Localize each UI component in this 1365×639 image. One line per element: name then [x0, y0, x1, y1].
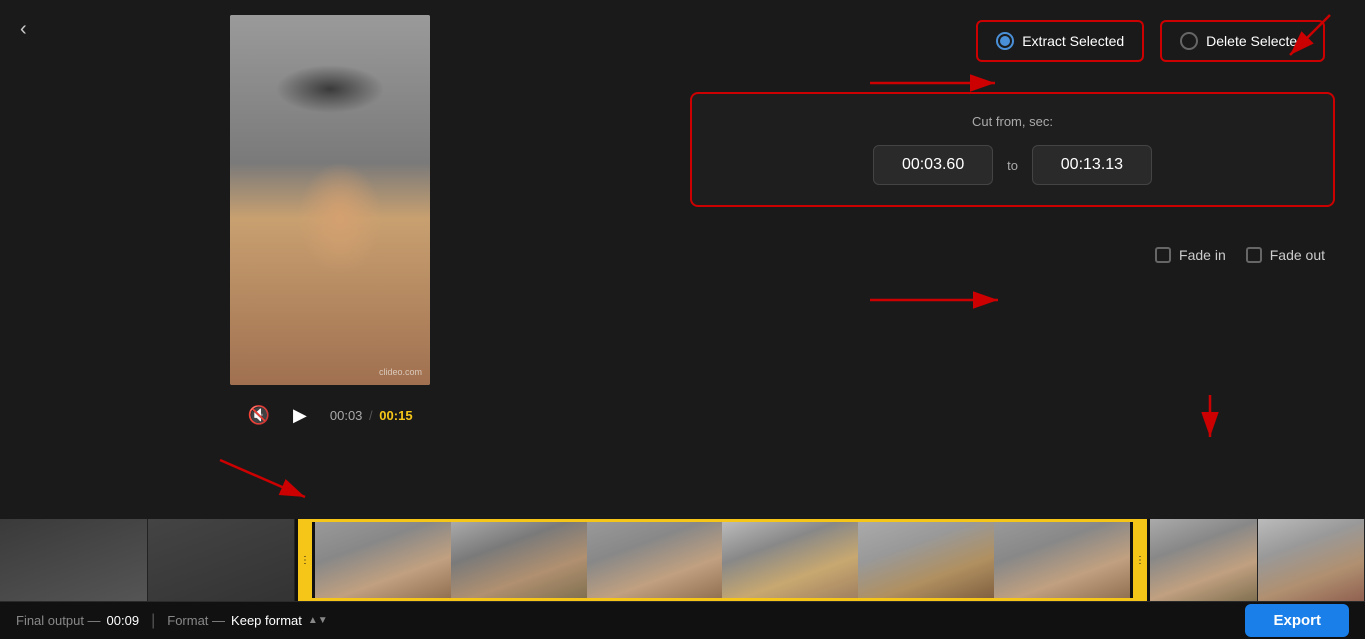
clip-thumb-6 [994, 522, 1130, 598]
right-thumbnails [1150, 519, 1365, 601]
extract-label: Extract Selected [1022, 33, 1124, 49]
video-frame [230, 15, 430, 385]
cut-label: Cut from, sec: [716, 114, 1309, 129]
final-output-info: Final output — 00:09 [16, 613, 139, 628]
clip-thumb-3 [587, 522, 723, 598]
cut-to-input[interactable] [1032, 145, 1152, 185]
fade-row: Fade in Fade out [690, 247, 1325, 263]
time-display: 00:03 / 00:15 [330, 408, 413, 423]
handle-right-icon: ⋮ [1135, 555, 1145, 566]
thumb-left-1 [0, 519, 148, 601]
play-button[interactable]: ▶ [282, 397, 318, 433]
format-value: Keep format [231, 613, 302, 628]
mute-icon[interactable]: 🔇 [247, 405, 269, 426]
clip-handle-left[interactable]: ⋮ [298, 522, 312, 598]
thumb-right-2 [1258, 519, 1365, 601]
cut-to-label: to [1007, 158, 1018, 173]
delete-selected-option[interactable]: Delete Selected [1160, 20, 1325, 62]
back-button[interactable]: ‹ [20, 18, 27, 41]
cut-inputs: to [716, 145, 1309, 185]
clip-thumb-5 [858, 522, 994, 598]
total-time: 00:15 [379, 408, 412, 423]
current-time: 00:03 [330, 408, 363, 423]
clip-handle-right[interactable]: ⋮ [1133, 522, 1147, 598]
thumb-left-2 [148, 519, 296, 601]
final-output-label: Final output — [16, 613, 101, 628]
timeline-area: ⋮ ⋮ [0, 519, 1365, 601]
fade-in-label: Fade in [1179, 247, 1226, 263]
bottom-separator: | [151, 612, 155, 630]
main-layout: clideo.com 🔇 ▶ 00:03 / 00:15 Extract Sel… [0, 0, 1365, 580]
export-label: Export [1273, 612, 1321, 629]
format-chevron-icon: ▲▼ [308, 615, 328, 626]
fade-in-option[interactable]: Fade in [1155, 247, 1226, 263]
video-preview: clideo.com [230, 15, 430, 385]
handle-left-icon: ⋮ [300, 555, 310, 566]
left-thumbnails [0, 519, 295, 601]
fade-out-option[interactable]: Fade out [1246, 247, 1325, 263]
format-label: Format — [167, 613, 225, 628]
fade-out-label: Fade out [1270, 247, 1325, 263]
clip-thumb-2 [451, 522, 587, 598]
video-controls: 🔇 ▶ 00:03 / 00:15 [247, 397, 412, 433]
action-row: Extract Selected Delete Selected [690, 20, 1325, 62]
video-watermark: clideo.com [379, 367, 422, 377]
thumb-right-1 [1150, 519, 1258, 601]
final-output-duration: 00:09 [107, 613, 140, 628]
cut-panel: Cut from, sec: to [690, 92, 1335, 207]
delete-radio[interactable] [1180, 32, 1198, 50]
delete-label: Delete Selected [1206, 33, 1305, 49]
fade-out-checkbox[interactable] [1246, 247, 1262, 263]
cut-from-input[interactable] [873, 145, 993, 185]
clip-thumb-1 [315, 522, 451, 598]
left-panel: clideo.com 🔇 ▶ 00:03 / 00:15 [0, 0, 660, 580]
clip-thumbnails [315, 522, 1130, 598]
export-button[interactable]: Export [1245, 604, 1349, 637]
timeline-thumbnails: ⋮ ⋮ [0, 519, 1365, 601]
bottom-bar: Final output — 00:09 | Format — Keep for… [0, 601, 1365, 639]
time-separator: / [369, 408, 373, 423]
extract-selected-option[interactable]: Extract Selected [976, 20, 1144, 62]
selected-clip[interactable]: ⋮ ⋮ [298, 519, 1147, 601]
format-select[interactable]: Format — Keep format ▲▼ [167, 613, 327, 628]
play-icon: ▶ [293, 405, 307, 426]
fade-in-checkbox[interactable] [1155, 247, 1171, 263]
extract-radio[interactable] [996, 32, 1014, 50]
right-panel: Extract Selected Delete Selected Cut fro… [660, 0, 1365, 580]
clip-thumb-4 [722, 522, 858, 598]
